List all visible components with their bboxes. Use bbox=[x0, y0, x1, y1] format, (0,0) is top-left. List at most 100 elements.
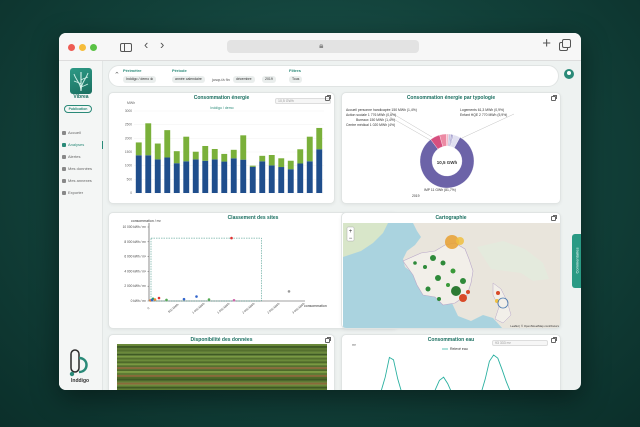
app-root: Vibrea Publication Accueil Analyses Aler… bbox=[59, 61, 581, 390]
energy-bar-segment bbox=[297, 163, 304, 193]
tabs-overview-icon[interactable] bbox=[559, 39, 571, 51]
map-attribution: Leaflet | © OpenStreetMap contributors bbox=[510, 324, 559, 328]
y-tick-label: 3000 bbox=[125, 109, 132, 113]
periode-from-select[interactable]: année calendaire bbox=[172, 76, 205, 83]
scatter-point bbox=[230, 236, 233, 240]
energy-bar-segment bbox=[164, 157, 171, 193]
filter-bar: ⌃ Périmètre Inddigo / demo ⊗ Période ann… bbox=[108, 65, 559, 87]
map-marker[interactable] bbox=[451, 286, 461, 296]
energy-bar-segment bbox=[230, 149, 237, 159]
energy-bar-segment bbox=[202, 160, 209, 193]
map-marker[interactable] bbox=[446, 283, 450, 287]
scatter-point bbox=[157, 296, 161, 300]
minimize-window-button[interactable] bbox=[79, 44, 86, 51]
x-tick-label: 2 500 MWh bbox=[266, 302, 281, 315]
perimetre-chip[interactable]: Inddigo / demo ⊗ bbox=[123, 76, 157, 83]
sidebar-item-mes-donnees[interactable]: Mes données bbox=[59, 163, 103, 175]
availability-row bbox=[117, 365, 327, 368]
water-line bbox=[380, 354, 511, 390]
availability-row bbox=[117, 386, 327, 389]
scatter-point bbox=[287, 290, 291, 293]
availability-row bbox=[117, 373, 327, 376]
map-marker[interactable] bbox=[425, 286, 431, 292]
browser-titlebar: ‹ › 🔒︎ + bbox=[59, 33, 581, 61]
map-marker[interactable] bbox=[459, 294, 467, 302]
sidebar-toggle-icon[interactable] bbox=[120, 43, 132, 52]
energy-bar-segment bbox=[192, 159, 199, 193]
map-marker[interactable] bbox=[423, 265, 427, 269]
availability-row bbox=[117, 380, 327, 383]
map-marker[interactable] bbox=[456, 237, 464, 245]
feedback-tab-label: Commentaires bbox=[574, 247, 580, 274]
address-bar[interactable]: 🔒︎ bbox=[227, 40, 419, 53]
scatter-ylabel: consommation / m² bbox=[131, 219, 162, 223]
map-marker[interactable] bbox=[460, 278, 466, 284]
energy-bar-segment bbox=[259, 155, 266, 162]
y-tick-label: 2500 bbox=[125, 123, 132, 127]
availability-row bbox=[117, 361, 327, 364]
availability-row bbox=[117, 344, 327, 347]
donut-center-value: 10,5 GWh bbox=[437, 160, 458, 165]
availability-row bbox=[117, 388, 327, 390]
y-tick-label: 10 000 kWh / m² bbox=[123, 225, 146, 229]
map-marker[interactable] bbox=[466, 290, 470, 294]
collapse-chevron-icon[interactable]: ⌃ bbox=[114, 71, 120, 79]
new-tab-plus-icon[interactable]: + bbox=[542, 36, 551, 51]
brand-name: Inddigo bbox=[71, 378, 90, 384]
availability-row bbox=[117, 363, 327, 366]
sidebar-item-mes-annexes[interactable]: Mes annexes bbox=[59, 175, 103, 187]
energy-legend: Inddigo / demo bbox=[210, 106, 233, 110]
map-marker[interactable] bbox=[496, 291, 500, 295]
scatter-point bbox=[153, 298, 157, 301]
feedback-tab[interactable]: Commentaires bbox=[572, 234, 581, 288]
map-marker[interactable] bbox=[450, 268, 456, 274]
vibrea-logo[interactable] bbox=[70, 68, 92, 94]
x-tick-label: 0 bbox=[146, 306, 150, 310]
energy-bar-segment bbox=[259, 161, 266, 193]
periode-to-select[interactable]: décembre bbox=[233, 76, 255, 83]
map-marker[interactable] bbox=[413, 261, 417, 265]
sidebar-item-exporter[interactable]: Exporter bbox=[59, 187, 103, 199]
energy-bar-segment bbox=[287, 160, 294, 170]
folder-icon bbox=[62, 179, 66, 183]
sidebar-item-label: Mes données bbox=[68, 166, 93, 171]
zoom-out-button[interactable]: − bbox=[349, 236, 353, 242]
expand-icon[interactable] bbox=[551, 215, 557, 221]
x-tick-label: 2 000 MWh bbox=[241, 302, 256, 315]
periode-year-select[interactable]: 2019 bbox=[262, 76, 276, 83]
availability-row bbox=[117, 367, 327, 370]
close-window-button[interactable] bbox=[68, 44, 75, 51]
periode-separator: jusqu'à fin bbox=[212, 77, 230, 82]
energy-bar-segment bbox=[183, 161, 190, 193]
energy-bar-segment bbox=[145, 155, 152, 193]
publication-button[interactable]: Publication bbox=[64, 105, 92, 113]
sidebar-item-accueil[interactable]: Accueil bbox=[59, 127, 103, 139]
map-view[interactable]: + − Leaflet | © OpenStreetMap contributo… bbox=[343, 223, 561, 329]
map-card: Cartographie + − Leaflet | © OpenStreetM… bbox=[341, 212, 561, 329]
availability-row bbox=[117, 351, 327, 354]
maximize-window-button[interactable] bbox=[90, 44, 97, 51]
map-marker[interactable] bbox=[437, 297, 441, 301]
energy-bar-segment bbox=[306, 161, 313, 193]
y-tick-label: 1000 bbox=[125, 164, 132, 168]
browser-window: ‹ › 🔒︎ + Vibrea Publication Accueil Anal… bbox=[59, 33, 581, 390]
map-marker[interactable] bbox=[440, 260, 446, 266]
zoom-in-button[interactable]: + bbox=[349, 229, 353, 235]
map-marker[interactable] bbox=[435, 275, 441, 281]
availability-row bbox=[117, 369, 327, 372]
sidebar-item-alertes[interactable]: Alertes bbox=[59, 151, 103, 163]
energy-bar-segment bbox=[287, 169, 294, 193]
back-arrow-icon[interactable]: ‹ bbox=[144, 38, 148, 51]
y-tick-label: 8 000 kWh / m² bbox=[124, 240, 146, 244]
energy-bar-segment bbox=[306, 136, 313, 162]
sidebar-item-analyses[interactable]: Analyses bbox=[59, 139, 103, 151]
energy-card: Consommation énergie 10,5 GWh Inddigo / … bbox=[108, 92, 335, 204]
filtres-select[interactable]: Tous bbox=[289, 76, 303, 83]
filtres-label: Filtres bbox=[289, 68, 302, 73]
user-avatar[interactable] bbox=[564, 69, 574, 79]
availability-row bbox=[117, 345, 327, 349]
typology-donut-chart: Accueil personne handicapée 150 MWh (1,4… bbox=[346, 108, 515, 198]
sidebar-item-label: Accueil bbox=[68, 130, 81, 135]
forward-arrow-icon[interactable]: › bbox=[160, 38, 164, 51]
map-marker[interactable] bbox=[430, 255, 436, 261]
